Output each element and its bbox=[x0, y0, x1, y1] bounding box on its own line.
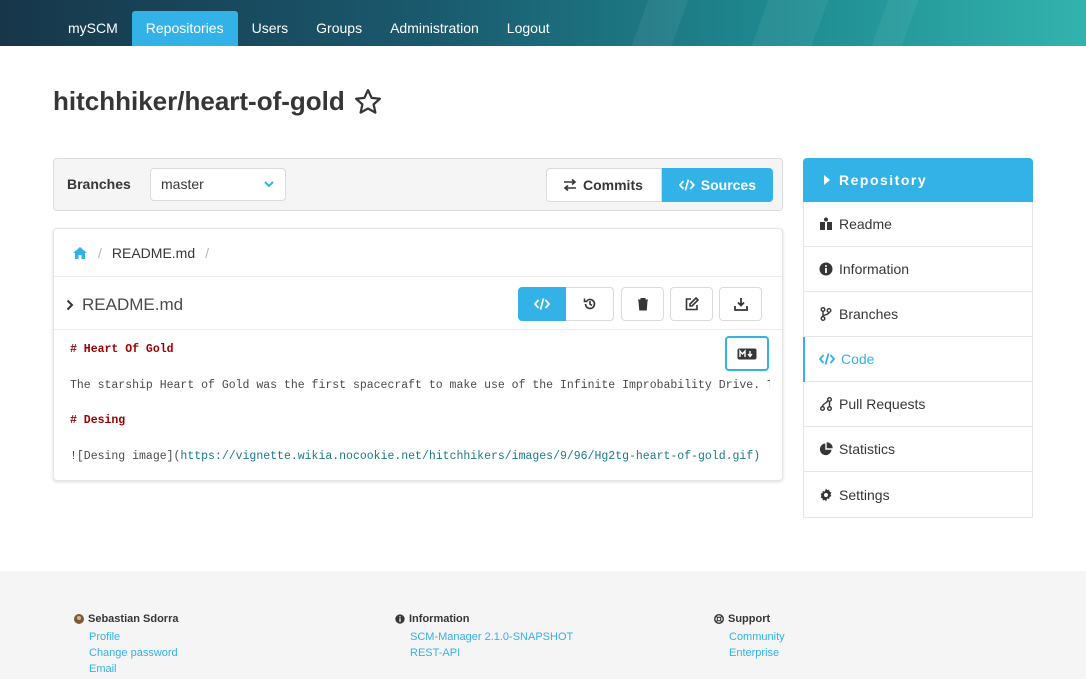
sidebar-item-readme[interactable]: Readme bbox=[804, 202, 1032, 247]
source-view-button[interactable] bbox=[518, 287, 566, 321]
branches-label: Branches bbox=[67, 176, 131, 192]
avatar-icon bbox=[74, 614, 84, 624]
page-title-row: hitchhiker/heart-of-gold bbox=[53, 86, 383, 117]
footer-support-title: Support bbox=[728, 613, 771, 625]
download-button[interactable] bbox=[719, 287, 762, 321]
top-navigation: mySCM Repositories Users Groups Administ… bbox=[0, 0, 1086, 46]
code-line: The starship Heart of Gold was the first… bbox=[70, 378, 770, 392]
code-icon bbox=[819, 353, 835, 365]
branch-icon bbox=[820, 307, 832, 321]
code-line: # Desing bbox=[70, 414, 126, 427]
history-icon bbox=[583, 298, 595, 310]
info-icon bbox=[819, 262, 833, 276]
pie-chart-icon bbox=[819, 442, 833, 456]
view-toggle: Commits Sources bbox=[546, 168, 773, 202]
history-button[interactable] bbox=[566, 287, 614, 321]
nav-groups[interactable]: Groups bbox=[302, 11, 376, 46]
info-icon bbox=[395, 614, 405, 624]
file-header[interactable]: README.md bbox=[66, 295, 183, 315]
footer-link-change-password[interactable]: Change password bbox=[74, 647, 178, 659]
nav-logout[interactable]: Logout bbox=[493, 11, 564, 46]
pull-request-icon bbox=[820, 397, 832, 411]
footer-information-title: Information bbox=[409, 613, 470, 625]
footer-link-community[interactable]: Community bbox=[714, 631, 785, 643]
delete-button[interactable] bbox=[621, 287, 664, 321]
nav-repositories[interactable]: Repositories bbox=[131, 11, 238, 46]
sidebar-item-statistics[interactable]: Statistics bbox=[804, 427, 1032, 472]
code-link[interactable]: https://vignette.wikia.nocookie.net/hitc… bbox=[180, 450, 760, 463]
source-panel: / README.md / README.md # Heart Of Gold … bbox=[53, 228, 783, 481]
code-line: ![Desing image](https://vignette.wikia.n… bbox=[70, 449, 761, 463]
commits-button[interactable]: Commits bbox=[546, 168, 662, 202]
edit-button[interactable] bbox=[670, 287, 713, 321]
edit-icon bbox=[685, 297, 699, 311]
file-content: # Heart Of Gold The starship Heart of Go… bbox=[70, 340, 770, 480]
sidebar-item-information[interactable]: Information bbox=[804, 247, 1032, 292]
footer: Sebastian Sdorra Profile Change password… bbox=[0, 571, 1086, 679]
footer-user-column: Sebastian Sdorra Profile Change password… bbox=[74, 613, 178, 679]
gear-icon bbox=[820, 488, 832, 501]
book-icon bbox=[820, 217, 832, 230]
footer-link-version[interactable]: SCM-Manager 2.1.0-SNAPSHOT bbox=[395, 631, 573, 643]
download-icon bbox=[733, 298, 748, 311]
footer-link-email[interactable]: Email bbox=[74, 663, 178, 675]
footer-link-profile[interactable]: Profile bbox=[74, 631, 178, 643]
breadcrumb: / README.md / bbox=[72, 245, 219, 261]
commits-label: Commits bbox=[583, 177, 643, 193]
support-icon bbox=[714, 614, 724, 624]
footer-user-name: Sebastian Sdorra bbox=[88, 613, 179, 625]
markdown-icon bbox=[737, 348, 757, 359]
sidebar-item-code[interactable]: Code bbox=[803, 337, 1032, 382]
home-icon[interactable] bbox=[72, 246, 88, 260]
footer-link-rest-api[interactable]: REST-API bbox=[395, 647, 573, 659]
footer-information-column: Information SCM-Manager 2.1.0-SNAPSHOT R… bbox=[395, 613, 573, 663]
star-icon[interactable] bbox=[353, 87, 383, 117]
trash-icon bbox=[637, 298, 648, 311]
file-name: README.md bbox=[82, 295, 184, 314]
code-icon bbox=[534, 298, 550, 310]
exchange-icon bbox=[563, 179, 577, 191]
sidebar-item-pull-requests[interactable]: Pull Requests bbox=[804, 382, 1032, 427]
branch-bar: Branches master Commits Sources bbox=[53, 158, 783, 211]
sources-button[interactable]: Sources bbox=[662, 168, 773, 202]
footer-support-column: Support Community Enterprise bbox=[714, 613, 785, 663]
nav-administration[interactable]: Administration bbox=[376, 11, 493, 46]
chevron-down-icon bbox=[264, 181, 274, 188]
footer-link-enterprise[interactable]: Enterprise bbox=[714, 647, 785, 659]
nav-myscm[interactable]: mySCM bbox=[54, 11, 132, 46]
sidebar-item-branches[interactable]: Branches bbox=[804, 292, 1032, 337]
code-icon bbox=[679, 179, 695, 191]
breadcrumb-file[interactable]: README.md bbox=[112, 245, 195, 261]
caret-right-icon bbox=[824, 175, 830, 185]
repository-menu-header[interactable]: Repository bbox=[803, 158, 1033, 202]
markdown-toggle-button[interactable] bbox=[725, 336, 769, 371]
branch-selected-value: master bbox=[161, 176, 204, 192]
nav-users[interactable]: Users bbox=[238, 11, 303, 46]
chevron-right-icon bbox=[66, 299, 74, 311]
branch-select[interactable]: master bbox=[150, 168, 286, 201]
sidebar-item-settings[interactable]: Settings bbox=[804, 472, 1032, 517]
code-line: # Heart Of Gold bbox=[70, 343, 174, 356]
sources-label: Sources bbox=[700, 177, 756, 193]
page-title: hitchhiker/heart-of-gold bbox=[53, 86, 345, 116]
file-actions bbox=[518, 287, 768, 321]
repository-menu: Repository Readme Information Branches C… bbox=[803, 158, 1033, 518]
